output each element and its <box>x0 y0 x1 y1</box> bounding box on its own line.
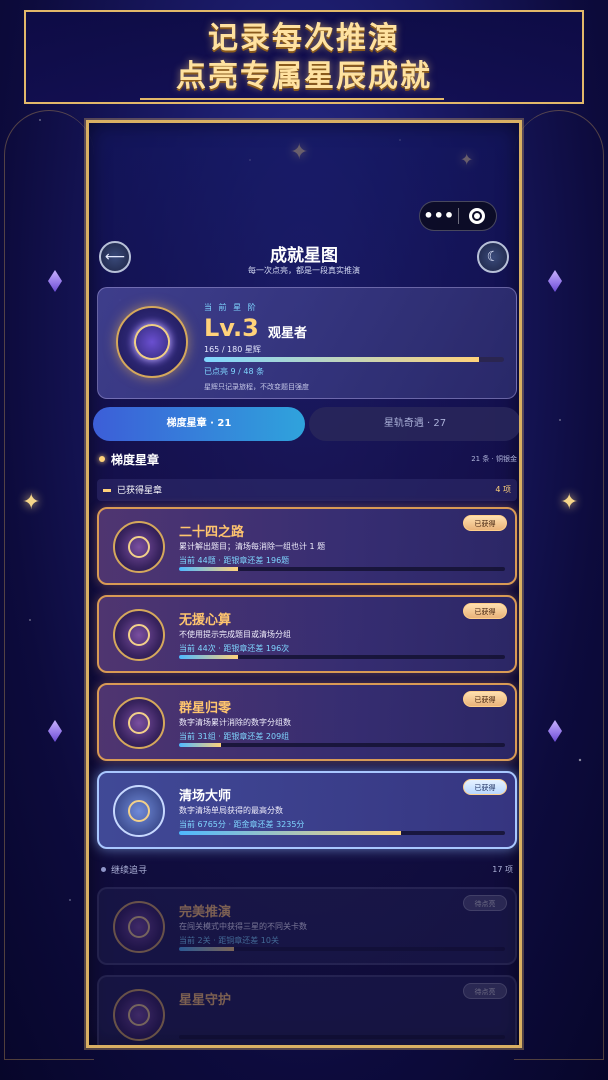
achievement-emblem-icon <box>113 521 165 573</box>
page-subtitle: 每一次点亮，都是一段真实推演 <box>248 266 360 275</box>
page-title: 成就星图 <box>270 246 338 266</box>
more-button[interactable]: ••• <box>420 202 458 230</box>
achievement-name: 二十四之路 <box>179 525 245 540</box>
achievement-progress-text: 当前 2关 · 距铜章还差 10关 <box>179 936 279 945</box>
section-dot-icon <box>99 456 105 462</box>
close-miniapp-button[interactable] <box>458 208 496 224</box>
achievement-emblem-icon <box>113 785 165 837</box>
emblem-core <box>128 800 150 822</box>
achievement-emblem-icon <box>113 697 165 749</box>
achievement-emblem-icon <box>113 989 165 1041</box>
emblem-ring <box>128 318 176 366</box>
achievement-desc: 不使用提示完成题目或清场分组 <box>179 630 291 639</box>
achievement-progress-bar <box>179 743 505 747</box>
achievement-progress-bar <box>179 655 505 659</box>
level-points: 165 / 180 星辉 <box>204 345 261 354</box>
emblem-core <box>128 712 150 734</box>
achievement-name: 清场大师 <box>179 789 232 804</box>
achievement-progress-text: 当前 6765分 · 距金章还差 3235分 <box>179 820 305 829</box>
achievement-card[interactable]: 无援心算不使用提示完成题目或清场分组 当前 44次 · 距银章还差 196次 已获得 <box>97 595 517 673</box>
emblem-core <box>128 916 150 938</box>
achievement-status-badge: 已获得 <box>463 603 507 619</box>
achievement-card[interactable]: 清场大师数字清场单局获得的最高分数当前 6765分 · 距金章还差 3235分 已… <box>97 771 517 849</box>
achievement-desc: 在闯关模式中获得三星的不同关卡数 <box>179 922 307 931</box>
banner-line-1: 记录每次推演 <box>208 21 400 56</box>
achievement-card[interactable]: 群星归零数字清场累计消除的数字分组数 当前 31组 · 距银章还差 209组 已获得 <box>97 683 517 761</box>
level-kicker: 当 前 星 阶 <box>204 303 258 312</box>
right-arch-ornament <box>514 110 604 1060</box>
earned-group-count: 4 项 <box>495 485 511 494</box>
section-meta: 21 条 · 铜银金 <box>471 455 517 463</box>
pending-group-title: 继续追寻 <box>111 866 148 876</box>
ellipsis-icon: ••• <box>423 206 455 225</box>
achievement-card[interactable]: 完美推演在闯关模式中获得三星的不同关卡数 当前 2关 · 距铜章还差 10关 待点亮 <box>97 887 517 965</box>
earned-group-header[interactable]: 已获得星章 4 项 <box>97 479 517 501</box>
level-note: 星辉只记录旅程，不改变题目强度 <box>204 383 309 391</box>
achievement-card[interactable]: 星星守护 待点亮 <box>97 975 517 1045</box>
achievement-progress-fill <box>179 743 222 747</box>
achievement-status-badge: 已获得 <box>463 691 507 707</box>
pending-group-count: 17 项 <box>492 865 513 874</box>
achievement-desc: 累计解出题目；清场每消除一组也计 1 题 <box>179 542 326 551</box>
banner-underline <box>140 98 444 100</box>
achievement-progress-bar <box>179 831 505 835</box>
achievement-status-badge: 已获得 <box>463 779 507 795</box>
achievement-progress-bar <box>179 1035 505 1039</box>
achievement-emblem-icon <box>113 901 165 953</box>
achievement-progress-text: 当前 31组 · 距银章还差 209组 <box>179 732 290 741</box>
emblem-core <box>128 624 150 646</box>
level-name: 观星者 <box>268 326 308 341</box>
phone-frame: ••• ⟵ ☾ 成就星图 每一次点亮，都是一段真实推演 当 前 星 阶 Lv.3… <box>86 120 522 1048</box>
level-value: Lv.3 <box>204 314 259 342</box>
tab-star-encounters[interactable]: 星轨奇遇 · 27 <box>309 407 519 441</box>
achievement-desc: 数字清场累计消除的数字分组数 <box>179 718 291 727</box>
achievement-progress-text: 当前 44题 · 距银章还差 196题 <box>179 556 290 565</box>
banner-line-2: 点亮专属星辰成就 <box>176 59 432 94</box>
collapse-dash-icon <box>103 489 111 492</box>
promo-banner: 记录每次推演 点亮专属星辰成就 <box>24 10 584 104</box>
achievement-progress-fill <box>179 947 235 951</box>
achievement-status-badge: 已获得 <box>463 515 507 531</box>
level-progress-fill <box>204 357 480 362</box>
armillary-emblem-icon <box>116 306 188 378</box>
emblem-core <box>128 1004 150 1026</box>
achievement-name: 完美推演 <box>179 905 232 920</box>
achievement-progress-fill <box>179 567 238 571</box>
pending-group-header[interactable]: 继续追寻 17 项 <box>97 861 517 879</box>
achievement-desc: 数字清场单局获得的最高分数 <box>179 806 283 815</box>
level-progress-bar <box>204 357 504 362</box>
achievement-name: 无援心算 <box>179 613 232 628</box>
achievement-emblem-icon <box>113 609 165 661</box>
left-arch-ornament <box>4 110 94 1060</box>
level-lit-count: 已点亮 9 / 48 条 <box>204 367 265 376</box>
emblem-core <box>128 536 150 558</box>
sparkle-icon: ✦ <box>560 490 579 515</box>
section-header: 梯度星章 21 条 · 铜银金 <box>97 451 517 469</box>
tab-gradient-badges[interactable]: 梯度星章 · 21 <box>93 407 305 441</box>
pending-dot-icon <box>101 867 106 872</box>
achievement-name: 星星守护 <box>179 993 232 1008</box>
achievement-progress-text: 当前 44次 · 距银章还差 196次 <box>179 644 290 653</box>
earned-group-title: 已获得星章 <box>117 486 163 496</box>
target-circle-icon <box>469 208 486 224</box>
achievement-name: 群星归零 <box>179 701 232 716</box>
achievement-progress-bar <box>179 947 505 951</box>
section-title: 梯度星章 <box>111 453 160 467</box>
level-card: 当 前 星 阶 Lv.3 观星者 165 / 180 星辉 已点亮 9 / 48… <box>97 287 517 399</box>
achievement-status-badge: 待点亮 <box>463 983 507 999</box>
achievement-progress-fill <box>179 831 401 835</box>
achievement-progress-fill <box>179 655 238 659</box>
achievement-status-badge: 待点亮 <box>463 895 507 911</box>
achievement-progress-bar <box>179 567 505 571</box>
miniapp-capsule: ••• <box>419 201 497 231</box>
achievement-card[interactable]: 二十四之路累计解出题目；清场每消除一组也计 1 题当前 44题 · 距银章还差 … <box>97 507 517 585</box>
sparkle-icon: ✦ <box>22 490 41 515</box>
tab-bar: 梯度星章 · 21 星轨奇遇 · 27 <box>93 407 519 441</box>
